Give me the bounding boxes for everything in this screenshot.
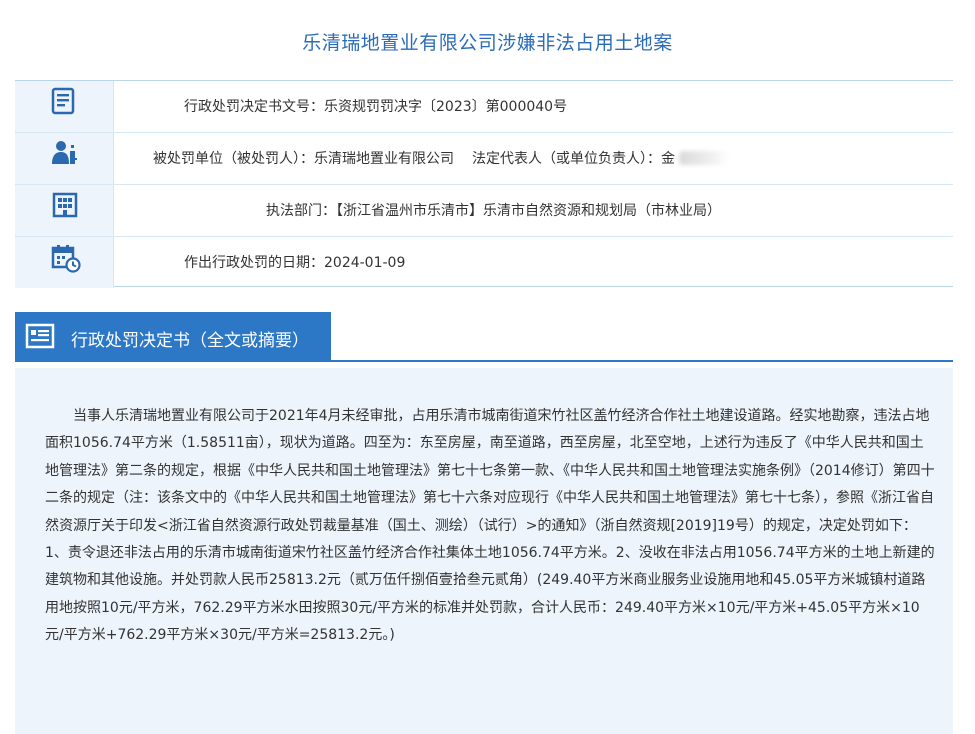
info-row-party: 被处罚单位（被处罚人）：乐清瑞地置业有限公司 法定代表人（或单位负责人）：金 bbox=[15, 133, 953, 184]
dept-text: 执法部门：【浙江省温州市乐清市】乐清市自然资源和规划局（市林业局） bbox=[266, 200, 721, 220]
party-text: 被处罚单位（被处罚人）：乐清瑞地置业有限公司 法定代表人（或单位负责人）：金 bbox=[153, 148, 729, 168]
document-list-icon bbox=[25, 323, 55, 349]
section-title: 行政处罚决定书（全文或摘要） bbox=[71, 331, 309, 351]
info-table: 行政处罚决定书文号：乐资规罚罚决字〔2023〕第000040号 被处罚单位（被处… bbox=[15, 80, 953, 288]
redacted-name bbox=[679, 151, 729, 165]
person-icon bbox=[52, 141, 77, 164]
info-row-dept: 执法部门：【浙江省温州市乐清市】乐清市自然资源和规划局（市林业局） bbox=[15, 185, 953, 236]
date-value: 2024-01-09 bbox=[324, 255, 406, 271]
icon-cell bbox=[15, 133, 114, 184]
party-label: 被处罚单位（被处罚人）： bbox=[153, 151, 314, 167]
decision-body-text: 当事人乐清瑞地置业有限公司于2021年4月未经审批，占用乐清市城南街道宋竹社区盖… bbox=[45, 408, 935, 644]
info-row-date: 作出行政处罚的日期：2024-01-09 bbox=[15, 237, 953, 288]
icon-cell bbox=[15, 81, 114, 132]
calendar-clock-icon bbox=[51, 245, 81, 273]
icon-cell bbox=[15, 237, 114, 288]
date-label: 作出行政处罚的日期： bbox=[184, 255, 324, 271]
date-text: 作出行政处罚的日期：2024-01-09 bbox=[184, 252, 405, 272]
info-row-doc-number: 行政处罚决定书文号：乐资规罚罚决字〔2023〕第000040号 bbox=[15, 81, 953, 132]
party-value: 乐清瑞地置业有限公司 bbox=[314, 151, 454, 167]
icon-cell bbox=[15, 185, 114, 236]
section-header: 行政处罚决定书（全文或摘要） bbox=[15, 312, 331, 360]
doc-number-value: 乐资规罚罚决字〔2023〕第000040号 bbox=[324, 99, 568, 115]
dept-value: 【浙江省温州市乐清市】乐清市自然资源和规划局（市林业局） bbox=[336, 203, 721, 219]
dept-label: 执法部门： bbox=[266, 203, 336, 219]
doc-number-label: 行政处罚决定书文号： bbox=[184, 99, 324, 115]
doc-number-text: 行政处罚决定书文号：乐资规罚罚决字〔2023〕第000040号 bbox=[184, 96, 567, 116]
legal-rep-value: 金 bbox=[661, 151, 675, 167]
legal-rep-label: 法定代表人（或单位负责人）： bbox=[472, 151, 661, 167]
page-title: 乐清瑞地置业有限公司涉嫌非法占用土地案 bbox=[302, 32, 673, 54]
building-icon bbox=[52, 192, 78, 218]
section-underline bbox=[15, 360, 953, 362]
document-icon bbox=[51, 87, 75, 115]
